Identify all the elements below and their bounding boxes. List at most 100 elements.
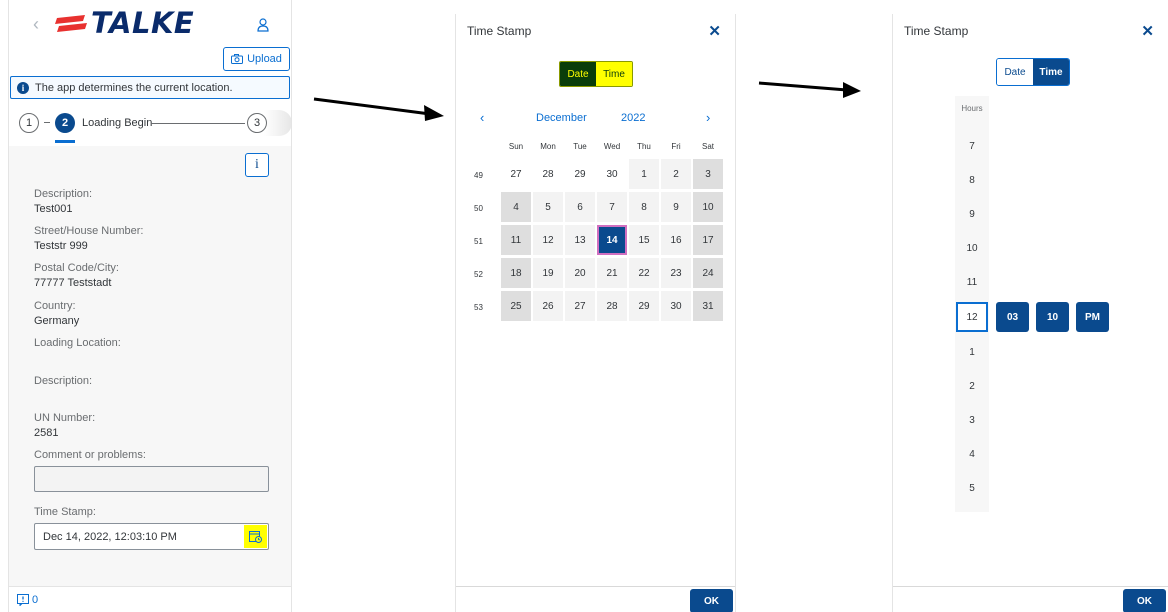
step-dash xyxy=(44,122,50,123)
day-cell[interactable]: 12 xyxy=(533,225,563,255)
minutes-button[interactable]: 03 xyxy=(996,302,1029,332)
timestamp-input[interactable]: Dec 14, 2022, 12:03:10 PM xyxy=(34,523,269,550)
previous-month-icon[interactable]: ‹ xyxy=(480,110,484,125)
day-cell[interactable]: 15 xyxy=(629,225,659,255)
day-cell[interactable]: 30 xyxy=(597,159,627,189)
time-picker-dialog: Time Stamp ✕ Date Time Hours 7 8 9 10 11… xyxy=(892,14,1168,612)
country-label: Country: xyxy=(34,300,76,312)
week-number: 50 xyxy=(474,204,483,213)
info-icon: i xyxy=(17,81,29,94)
seconds-button[interactable]: 10 xyxy=(1036,302,1069,332)
hour-option[interactable]: 2 xyxy=(955,381,989,392)
day-cell[interactable]: 20 xyxy=(565,258,595,288)
day-cell[interactable]: 22 xyxy=(629,258,659,288)
day-cell[interactable]: 1 xyxy=(629,159,659,189)
day-cell[interactable]: 11 xyxy=(501,225,531,255)
hour-option[interactable]: 1 xyxy=(955,347,989,358)
day-cell[interactable]: 25 xyxy=(501,291,531,321)
upload-label: Upload xyxy=(247,53,282,65)
day-cell[interactable]: 2 xyxy=(661,159,691,189)
step-3[interactable]: 3 xyxy=(247,113,267,133)
week-number: 52 xyxy=(474,270,483,279)
am-pm-button[interactable]: PM xyxy=(1076,302,1109,332)
date-tab[interactable]: Date xyxy=(560,62,596,86)
brand-name: TALKE xyxy=(91,6,195,40)
day-cell[interactable]: 16 xyxy=(661,225,691,255)
hour-option[interactable]: 7 xyxy=(955,141,989,152)
day-cell[interactable]: 4 xyxy=(501,192,531,222)
day-cell[interactable]: 23 xyxy=(661,258,691,288)
step-2[interactable]: 2 xyxy=(55,113,75,133)
messages-icon[interactable] xyxy=(17,593,29,606)
day-cell[interactable]: 28 xyxy=(597,291,627,321)
time-tab[interactable]: Time xyxy=(596,62,632,86)
ok-button[interactable]: OK xyxy=(1123,589,1166,612)
weekday-header: Sat xyxy=(701,142,714,151)
user-icon[interactable] xyxy=(257,18,269,35)
app-footer: 0 xyxy=(9,586,291,612)
day-cell[interactable]: 5 xyxy=(533,192,563,222)
upload-button[interactable]: Upload xyxy=(223,47,290,71)
day-cell[interactable]: 27 xyxy=(565,291,595,321)
day-cell[interactable]: 27 xyxy=(501,159,531,189)
day-cell[interactable]: 10 xyxy=(693,192,723,222)
day-cell[interactable]: 19 xyxy=(533,258,563,288)
camera-icon xyxy=(231,54,244,64)
info-message: The app determines the current location. xyxy=(35,81,233,94)
day-cell[interactable]: 17 xyxy=(693,225,723,255)
app-screen: ‹ TALKE Upload i The app determines the … xyxy=(8,0,292,612)
step-fade xyxy=(264,110,291,136)
hour-option[interactable]: 5 xyxy=(955,483,989,494)
comment-label: Comment or problems: xyxy=(34,449,146,461)
day-cell[interactable]: 6 xyxy=(565,192,595,222)
timestamp-value: Dec 14, 2022, 12:03:10 PM xyxy=(43,530,177,543)
active-step-underline xyxy=(55,140,75,143)
description2-label: Description: xyxy=(34,375,93,387)
year-selector[interactable]: 2022 xyxy=(621,112,645,124)
hour-option[interactable]: 3 xyxy=(955,415,989,426)
hour-option[interactable]: 8 xyxy=(955,175,989,186)
ok-button[interactable]: OK xyxy=(690,589,733,612)
dialog-footer: OK xyxy=(893,586,1168,612)
day-cell[interactable]: 9 xyxy=(661,192,691,222)
day-cell[interactable]: 8 xyxy=(629,192,659,222)
talke-logo: TALKE xyxy=(55,6,194,40)
weekday-header: Mon xyxy=(540,142,556,151)
close-icon[interactable]: ✕ xyxy=(1141,22,1154,40)
hour-option[interactable]: 4 xyxy=(955,449,989,460)
loading-location-label: Loading Location: xyxy=(34,337,121,349)
selected-hour[interactable]: 12 xyxy=(956,302,988,332)
day-cell[interactable]: 13 xyxy=(565,225,595,255)
message-count: 0 xyxy=(32,593,39,606)
wizard-stepper: 1 2 Loading Begin 3 xyxy=(9,108,291,143)
day-cell[interactable]: 29 xyxy=(565,159,595,189)
date-time-toggle: Date Time xyxy=(996,58,1070,86)
hour-option[interactable]: 11 xyxy=(955,277,989,288)
selected-day-cell[interactable]: 14 xyxy=(597,225,627,255)
street-value: Teststr 999 xyxy=(34,240,88,252)
day-cell[interactable]: 3 xyxy=(693,159,723,189)
comment-input[interactable] xyxy=(34,466,269,492)
day-cell[interactable]: 31 xyxy=(693,291,723,321)
step-1[interactable]: 1 xyxy=(19,113,39,133)
hour-option[interactable]: 9 xyxy=(955,209,989,220)
day-cell[interactable]: 21 xyxy=(597,258,627,288)
talke-logo-mark-icon xyxy=(55,15,87,32)
day-cell[interactable]: 28 xyxy=(533,159,563,189)
day-cell[interactable]: 30 xyxy=(661,291,691,321)
month-selector[interactable]: December xyxy=(536,112,587,124)
day-cell[interactable]: 26 xyxy=(533,291,563,321)
hour-option[interactable]: 10 xyxy=(955,243,989,254)
date-tab[interactable]: Date xyxy=(997,59,1033,85)
back-chevron-icon[interactable]: ‹ xyxy=(33,14,39,35)
datetime-picker-button[interactable] xyxy=(244,525,267,548)
day-cell[interactable]: 24 xyxy=(693,258,723,288)
day-cell[interactable]: 7 xyxy=(597,192,627,222)
info-button[interactable]: i xyxy=(245,153,269,177)
weekday-header: Sun xyxy=(508,142,524,151)
day-cell[interactable]: 18 xyxy=(501,258,531,288)
day-cell[interactable]: 29 xyxy=(629,291,659,321)
next-month-icon[interactable]: › xyxy=(706,110,710,125)
close-icon[interactable]: ✕ xyxy=(708,22,721,40)
time-tab[interactable]: Time xyxy=(1033,59,1069,85)
